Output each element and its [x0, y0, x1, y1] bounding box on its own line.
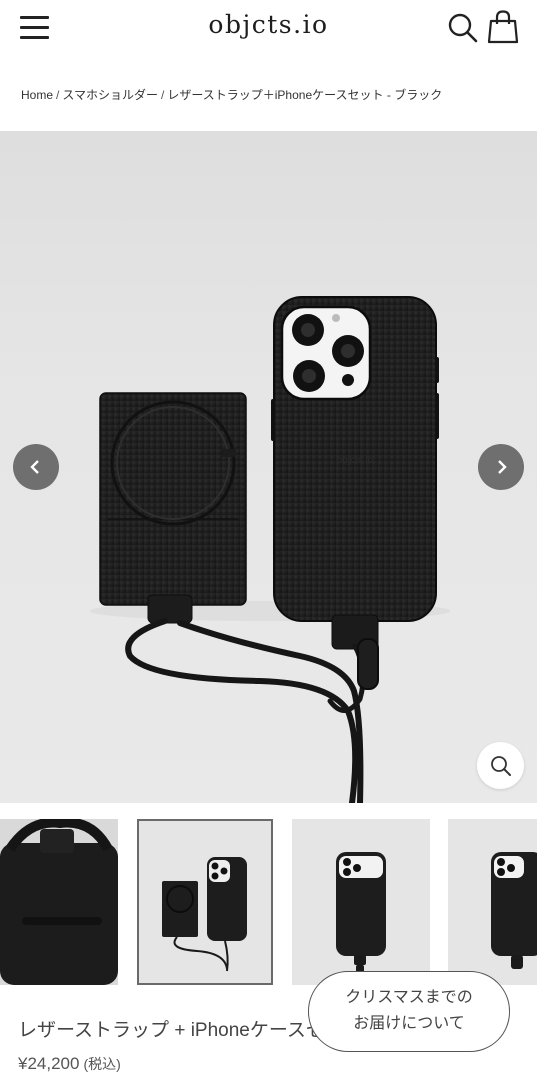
- thumbnail-image: [0, 819, 118, 985]
- breadcrumb: Home / スマホショルダー / レザーストラップ＋iPhoneケースセット - ブラ…: [21, 86, 442, 103]
- thumb-strap-detail[interactable]: [0, 819, 118, 985]
- gallery-prev-button[interactable]: [13, 444, 59, 490]
- zoom-button[interactable]: [477, 742, 524, 789]
- product-title: レザーストラップ + iPhoneケースセット - ブラック: [18, 1020, 318, 1041]
- gallery-next-button[interactable]: [478, 444, 524, 490]
- thumbnail-image: [162, 857, 247, 972]
- thumbnail-strip: [0, 819, 537, 986]
- iphone-leather-case: objcts.io: [271, 296, 439, 650]
- christmas-delivery-button[interactable]: クリスマスまでの お届けについて: [308, 971, 510, 1052]
- product-image-gallery[interactable]: objcts.io: [0, 131, 537, 803]
- chevron-left-icon: [30, 460, 39, 474]
- thumb-set-overview[interactable]: [137, 819, 273, 985]
- delivery-notice-line2: お届けについて: [353, 1015, 465, 1032]
- zoom-magnifier-icon: [491, 756, 511, 776]
- product-main-image: objcts.io: [90, 296, 450, 803]
- breadcrumb-separator: /: [161, 88, 165, 102]
- thumb-case-front[interactable]: [292, 819, 430, 985]
- search-icon[interactable]: [446, 11, 480, 45]
- thumb-case-side[interactable]: [448, 819, 537, 985]
- breadcrumb-current: レザーストラップ＋iPhoneケースセット - ブラック: [167, 88, 443, 102]
- shopping-bag-icon[interactable]: [486, 9, 520, 45]
- breadcrumb-separator: /: [56, 88, 60, 102]
- leather-card-holder: [99, 392, 247, 624]
- case-brand-mark: objcts.io: [337, 455, 374, 466]
- chevron-right-icon: [498, 460, 507, 474]
- product-price: ¥24,200 (税込): [18, 1054, 121, 1074]
- delivery-notice-line1: クリスマスまでの: [345, 989, 473, 1006]
- breadcrumb-category[interactable]: スマホショルダー: [62, 88, 158, 102]
- breadcrumb-home[interactable]: Home: [21, 88, 53, 102]
- tax-note: (税込): [83, 1056, 121, 1072]
- thumbnail-image: [491, 852, 537, 969]
- price-amount: ¥24,200: [18, 1054, 80, 1073]
- site-header: objcts.io: [0, 0, 537, 56]
- thumbnail-image: [336, 852, 386, 974]
